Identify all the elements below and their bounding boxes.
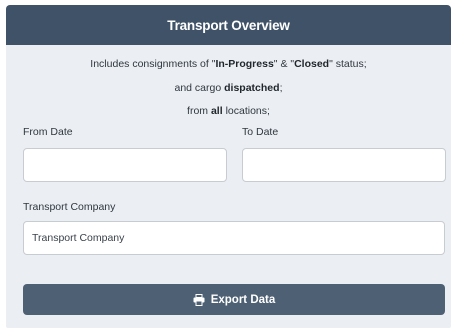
- info-line-cargo: and cargo dispatched;: [6, 82, 451, 94]
- to-date-label: To Date: [242, 126, 279, 138]
- info-text: " & ": [273, 58, 295, 70]
- locations-all: all: [210, 105, 223, 117]
- cargo-dispatched: dispatched: [224, 82, 280, 94]
- panel-header: Transport Overview: [6, 5, 451, 45]
- transport-company-label: Transport Company: [23, 201, 116, 213]
- info-text: Includes consignments of ": [90, 58, 216, 70]
- export-data-label: Export Data: [210, 293, 276, 306]
- info-text: from: [187, 105, 211, 117]
- info-line-locations: from all locations;: [6, 105, 451, 117]
- transport-company-input[interactable]: [23, 221, 445, 255]
- export-data-button[interactable]: Export Data: [23, 284, 445, 315]
- status-closed: Closed: [294, 58, 330, 70]
- info-text: " status;: [329, 58, 367, 70]
- panel-title: Transport Overview: [167, 17, 290, 33]
- from-date-label: From Date: [23, 126, 73, 138]
- info-text: locations;: [222, 105, 270, 117]
- from-date-input[interactable]: [23, 148, 227, 182]
- info-text: ;: [279, 82, 283, 94]
- to-date-input[interactable]: [242, 148, 446, 182]
- status-in-progress: In-Progress: [215, 58, 274, 70]
- info-text: and cargo: [174, 82, 225, 94]
- print-icon: [193, 293, 205, 306]
- transport-overview-panel: Transport Overview Includes consignments…: [6, 5, 451, 328]
- info-line-status: Includes consignments of "In-Progress" &…: [6, 58, 451, 70]
